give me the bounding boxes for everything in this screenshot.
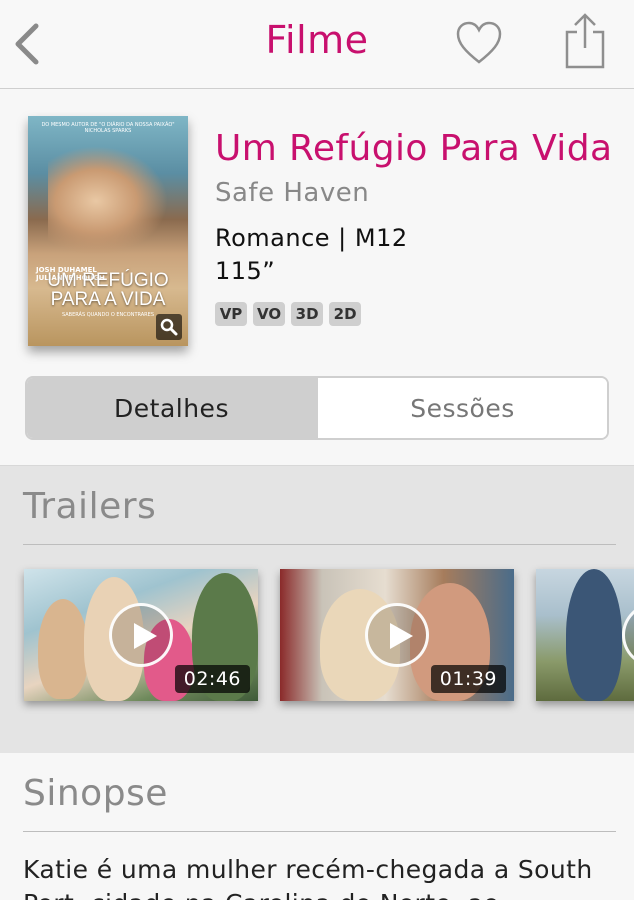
movie-original-title: Safe Haven	[215, 178, 370, 208]
thumbnail-figure	[38, 599, 88, 699]
movie-poster[interactable]: DO MESMO AUTOR DE "O DIÁRIO DA NOSSA PAI…	[28, 116, 188, 346]
movie-genre-rating: Romance | M12	[215, 224, 408, 252]
tab-sessions[interactable]: Sessões	[316, 378, 607, 438]
trailer-thumbnail[interactable]	[536, 569, 634, 701]
synopsis-section: Sinopse Katie é uma mulher recém-chegada…	[0, 753, 634, 900]
poster-title: UM REFÚGIO PARA A VIDA	[32, 271, 184, 309]
trailer-duration: 02:46	[174, 665, 250, 693]
movie-title: Um Refúgio Para Vida	[215, 128, 613, 169]
format-badge: 3D	[291, 302, 324, 326]
zoom-icon[interactable]	[156, 314, 182, 340]
segmented-control: Detalhes Sessões	[25, 376, 609, 440]
poster-title-line: PARA A VIDA	[50, 289, 166, 310]
trailers-section: Trailers 02:46 01:39	[0, 466, 634, 753]
thumbnail-figure	[566, 569, 622, 701]
section-divider	[23, 544, 616, 545]
tab-details[interactable]: Detalhes	[27, 378, 316, 438]
movie-header: DO MESMO AUTOR DE "O DIÁRIO DA NOSSA PAI…	[0, 90, 634, 466]
format-badge: 2D	[329, 302, 362, 326]
synopsis-text: Katie é uma mulher recém-chegada a South…	[23, 855, 593, 900]
page-title: Filme	[265, 18, 369, 62]
heart-icon[interactable]	[455, 20, 503, 66]
trailer-duration: 01:39	[430, 665, 506, 693]
trailer-thumbnail[interactable]: 02:46	[24, 569, 258, 701]
share-icon[interactable]	[562, 12, 608, 70]
play-icon[interactable]	[365, 603, 429, 667]
poster-artwork	[48, 146, 168, 256]
trailer-thumbnail[interactable]: 01:39	[280, 569, 514, 701]
play-icon[interactable]	[622, 603, 634, 667]
movie-duration: 115”	[215, 257, 276, 285]
navigation-bar: Filme	[0, 0, 634, 89]
section-title-synopsis: Sinopse	[23, 773, 168, 814]
poster-title-line: UM REFÚGIO	[47, 270, 169, 291]
play-icon[interactable]	[109, 603, 173, 667]
format-badge: VO	[253, 302, 286, 326]
section-title-trailers: Trailers	[23, 486, 157, 527]
poster-top-text: DO MESMO AUTOR DE "O DIÁRIO DA NOSSA PAI…	[41, 122, 175, 134]
format-badges: VP VO 3D 2D	[215, 302, 362, 326]
section-divider	[23, 831, 616, 832]
format-badge: VP	[215, 302, 247, 326]
